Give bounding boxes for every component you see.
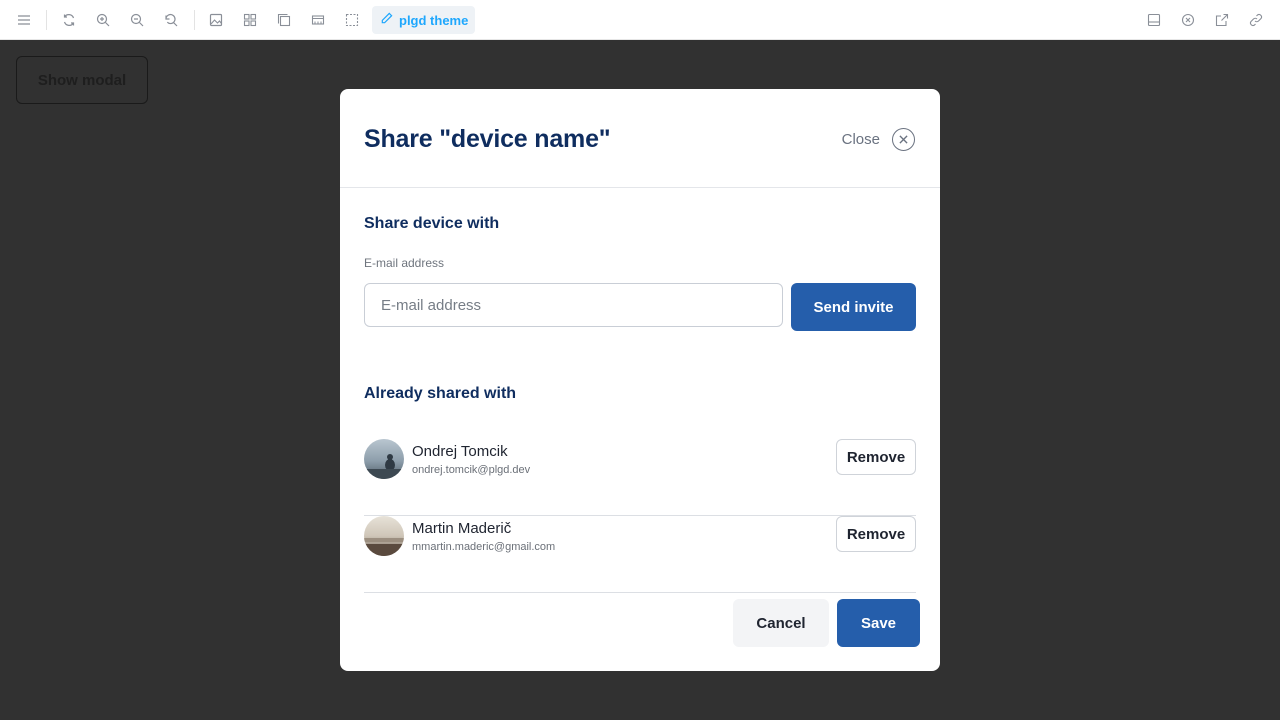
theme-brush-icon bbox=[380, 12, 393, 28]
shared-user-row: Martin Maderič mmartin.maderic@gmail.com… bbox=[364, 516, 916, 593]
email-field-label: E-mail address bbox=[364, 256, 445, 270]
theme-selector[interactable]: plgd theme bbox=[372, 6, 475, 34]
reload-icon[interactable] bbox=[55, 6, 83, 34]
reset-zoom-icon[interactable] bbox=[157, 6, 185, 34]
remove-user-button[interactable]: Remove bbox=[836, 516, 916, 552]
send-invite-button[interactable]: Send invite bbox=[791, 283, 916, 331]
zoom-in-icon[interactable] bbox=[89, 6, 117, 34]
measure-icon[interactable] bbox=[338, 6, 366, 34]
menu-icon[interactable] bbox=[10, 6, 38, 34]
save-button[interactable]: Save bbox=[837, 599, 920, 647]
avatar bbox=[364, 439, 404, 479]
cancel-button[interactable]: Cancel bbox=[733, 599, 829, 647]
share-device-modal: Share "device name" Close Share device w… bbox=[340, 89, 940, 671]
user-name: Ondrej Tomcik bbox=[412, 443, 508, 460]
avatar bbox=[364, 516, 404, 556]
storybook-toolbar: plgd theme bbox=[0, 0, 1280, 40]
email-input[interactable] bbox=[364, 283, 783, 327]
viewport-icon[interactable] bbox=[304, 6, 332, 34]
user-name: Martin Maderič bbox=[412, 520, 512, 537]
user-email: ondrej.tomcik@plgd.dev bbox=[412, 464, 531, 476]
shared-user-row: Ondrej Tomcik ondrej.tomcik@plgd.dev Rem… bbox=[364, 439, 916, 516]
shared-section-title: Already shared with bbox=[364, 385, 517, 402]
modal-header: Share "device name" Close bbox=[340, 89, 940, 188]
copy-link-icon[interactable] bbox=[1242, 6, 1270, 34]
theme-label: plgd theme bbox=[399, 12, 469, 28]
close-button[interactable]: Close bbox=[842, 128, 915, 151]
modal-title: Share "device name" bbox=[364, 125, 611, 153]
show-modal-button[interactable]: Show modal bbox=[16, 56, 148, 104]
toolbar-divider bbox=[46, 10, 47, 30]
close-story-icon[interactable] bbox=[1174, 6, 1202, 34]
remove-user-button[interactable]: Remove bbox=[836, 439, 916, 475]
share-section-title: Share device with bbox=[364, 215, 500, 232]
outline-icon[interactable] bbox=[270, 6, 298, 34]
open-new-tab-icon[interactable] bbox=[1208, 6, 1236, 34]
close-icon[interactable] bbox=[892, 128, 915, 151]
user-email: mmartin.maderic@gmail.com bbox=[412, 541, 556, 553]
background-icon[interactable] bbox=[202, 6, 230, 34]
panel-icon[interactable] bbox=[1140, 6, 1168, 34]
zoom-out-icon[interactable] bbox=[123, 6, 151, 34]
close-label: Close bbox=[841, 131, 880, 148]
grid-icon[interactable] bbox=[236, 6, 264, 34]
toolbar-divider bbox=[194, 10, 195, 30]
